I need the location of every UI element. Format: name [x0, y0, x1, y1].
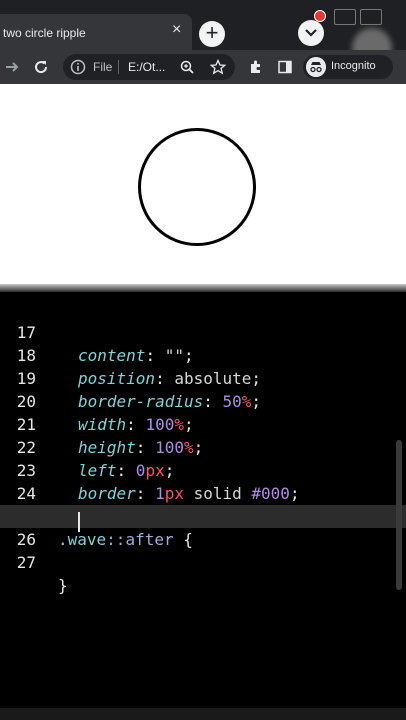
incognito-indicator[interactable]: Incognito — [303, 55, 393, 79]
code-text: } — [58, 576, 68, 595]
tab-search-icon[interactable] — [298, 20, 324, 46]
address-bar[interactable]: File E:/Ot... — [63, 54, 235, 80]
forward-arrow-icon[interactable] — [4, 59, 20, 75]
minimize-button[interactable] — [334, 9, 356, 25]
incognito-icon — [306, 57, 326, 77]
code-line: 22 left: 0px; — [0, 413, 406, 480]
star-icon[interactable] — [210, 59, 226, 75]
code-line: 17 content: ""; — [0, 298, 406, 365]
code-line: 19 border-radius: 50%; — [0, 344, 406, 411]
line-number: 27 — [16, 553, 36, 572]
page-viewport — [0, 84, 406, 284]
browser-tab[interactable]: two circle ripple × — [0, 14, 192, 50]
maximize-button[interactable] — [360, 9, 382, 25]
bottom-bar — [0, 708, 406, 720]
code-line: 23 border: 1px solid #000; — [0, 436, 406, 503]
notification-badge — [314, 10, 326, 22]
info-icon[interactable] — [70, 59, 86, 75]
incognito-label: Incognito — [331, 60, 376, 72]
new-tab-button[interactable]: + — [199, 21, 225, 47]
code-line: 24 } — [0, 459, 406, 526]
url-text[interactable]: E:/Ot... — [128, 60, 165, 74]
tab-title: two circle ripple — [3, 26, 86, 40]
tab-strip: two circle ripple × + — [0, 0, 406, 68]
reload-icon[interactable] — [33, 59, 49, 75]
zoom-icon[interactable] — [180, 60, 194, 74]
omnibox-divider — [118, 60, 119, 74]
text-cursor — [78, 512, 80, 532]
code-line: 25 .wave::after { — [0, 482, 406, 549]
browser-toolbar: File E:/Ot... Incognito — [0, 50, 406, 84]
sidepanel-icon[interactable] — [277, 59, 293, 75]
code-line: 20 width: 100%; — [0, 367, 406, 434]
code-editor[interactable]: 17 content: ""; 18 position: absolute; 1… — [0, 292, 406, 720]
extensions-icon[interactable] — [248, 59, 264, 75]
url-scheme: File — [93, 60, 113, 74]
editor-scrollbar[interactable] — [396, 440, 402, 590]
close-icon[interactable]: × — [172, 22, 181, 38]
code-line: 21 height: 100%; — [0, 390, 406, 457]
ripple-circle — [138, 128, 256, 246]
code-line: 27 } — [0, 528, 406, 595]
window-divider — [0, 284, 406, 292]
code-line: 18 position: absolute; — [0, 321, 406, 388]
current-line[interactable]: 26 — [0, 505, 406, 549]
